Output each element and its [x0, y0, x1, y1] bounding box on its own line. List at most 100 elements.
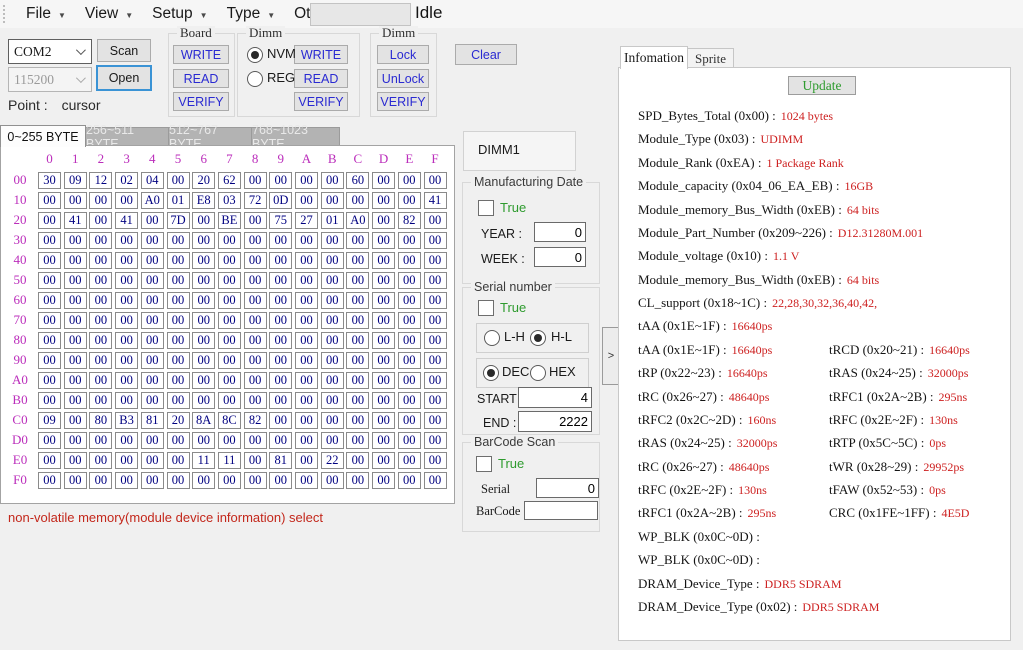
hex-cell-70-1[interactable]: 00 — [64, 312, 87, 329]
hex-cell-60-C[interactable]: 00 — [346, 292, 369, 309]
hex-cell-40-7[interactable]: 00 — [218, 252, 241, 269]
hex-cell-10-E[interactable]: 00 — [398, 192, 421, 209]
hex-cell-20-8[interactable]: 00 — [244, 212, 267, 229]
hex-cell-80-C[interactable]: 00 — [346, 332, 369, 349]
hex-cell-E0-A[interactable]: 00 — [295, 452, 318, 469]
hex-cell-D0-C[interactable]: 00 — [346, 432, 369, 449]
year-field[interactable] — [534, 222, 586, 242]
hex-cell-00-8[interactable]: 00 — [244, 172, 267, 189]
hex-cell-30-9[interactable]: 00 — [269, 232, 292, 249]
hex-cell-70-D[interactable]: 00 — [372, 312, 395, 329]
hex-cell-80-4[interactable]: 00 — [141, 332, 164, 349]
hex-cell-10-C[interactable]: 00 — [346, 192, 369, 209]
hex-cell-B0-2[interactable]: 00 — [89, 392, 112, 409]
hex-cell-D0-8[interactable]: 00 — [244, 432, 267, 449]
hex-cell-90-C[interactable]: 00 — [346, 352, 369, 369]
hex-cell-50-D[interactable]: 00 — [372, 272, 395, 289]
menu-item-view[interactable]: View▼ — [76, 2, 143, 26]
hex-cell-B0-9[interactable]: 00 — [269, 392, 292, 409]
hex-cell-60-1[interactable]: 00 — [64, 292, 87, 309]
hex-cell-F0-7[interactable]: 00 — [218, 472, 241, 489]
hex-cell-70-F[interactable]: 00 — [424, 312, 447, 329]
hex-cell-50-2[interactable]: 00 — [89, 272, 112, 289]
hex-cell-30-1[interactable]: 00 — [64, 232, 87, 249]
tab-infomation[interactable]: Infomation — [620, 46, 688, 69]
hex-cell-20-3[interactable]: 41 — [115, 212, 138, 229]
hex-cell-40-E[interactable]: 00 — [398, 252, 421, 269]
clear-button[interactable]: Clear — [455, 44, 517, 65]
hex-cell-50-E[interactable]: 00 — [398, 272, 421, 289]
hex-cell-00-6[interactable]: 20 — [192, 172, 215, 189]
hex-cell-70-3[interactable]: 00 — [115, 312, 138, 329]
hex-cell-00-1[interactable]: 09 — [64, 172, 87, 189]
hex-cell-60-A[interactable]: 00 — [295, 292, 318, 309]
hex-cell-E0-7[interactable]: 11 — [218, 452, 241, 469]
hex-cell-D0-3[interactable]: 00 — [115, 432, 138, 449]
hex-cell-D0-2[interactable]: 00 — [89, 432, 112, 449]
end-field[interactable] — [518, 411, 592, 432]
hex-cell-50-9[interactable]: 00 — [269, 272, 292, 289]
hex-cell-F0-1[interactable]: 00 — [64, 472, 87, 489]
dimm-nvm-radio[interactable] — [247, 47, 263, 63]
hex-cell-E0-D[interactable]: 00 — [372, 452, 395, 469]
hex-cell-C0-F[interactable]: 00 — [424, 412, 447, 429]
hex-cell-30-6[interactable]: 00 — [192, 232, 215, 249]
hex-cell-40-8[interactable]: 00 — [244, 252, 267, 269]
hex-cell-D0-1[interactable]: 00 — [64, 432, 87, 449]
hex-cell-70-A[interactable]: 00 — [295, 312, 318, 329]
hex-cell-A0-B[interactable]: 00 — [321, 372, 344, 389]
hex-cell-50-4[interactable]: 00 — [141, 272, 164, 289]
hex-cell-30-B[interactable]: 00 — [321, 232, 344, 249]
hex-cell-50-6[interactable]: 00 — [192, 272, 215, 289]
serial-true-checkbox[interactable] — [478, 300, 494, 316]
hex-cell-50-5[interactable]: 00 — [167, 272, 190, 289]
hex-cell-B0-6[interactable]: 00 — [192, 392, 215, 409]
hex-cell-C0-4[interactable]: 81 — [141, 412, 164, 429]
hex-cell-C0-E[interactable]: 00 — [398, 412, 421, 429]
hex-cell-30-5[interactable]: 00 — [167, 232, 190, 249]
hex-cell-C0-1[interactable]: 00 — [64, 412, 87, 429]
hex-cell-90-B[interactable]: 00 — [321, 352, 344, 369]
hex-cell-B0-F[interactable]: 00 — [424, 392, 447, 409]
hex-cell-D0-A[interactable]: 00 — [295, 432, 318, 449]
manufacturing-true-checkbox[interactable] — [478, 200, 494, 216]
hex-cell-20-B[interactable]: 01 — [321, 212, 344, 229]
hex-cell-E0-E[interactable]: 00 — [398, 452, 421, 469]
hex-cell-B0-0[interactable]: 00 — [38, 392, 61, 409]
hex-cell-80-5[interactable]: 00 — [167, 332, 190, 349]
hex-cell-80-3[interactable]: 00 — [115, 332, 138, 349]
hex-cell-50-C[interactable]: 00 — [346, 272, 369, 289]
hex-cell-80-7[interactable]: 00 — [218, 332, 241, 349]
hex-cell-F0-C[interactable]: 00 — [346, 472, 369, 489]
hex-cell-70-5[interactable]: 00 — [167, 312, 190, 329]
order-l-h-radio[interactable] — [484, 330, 500, 346]
hex-cell-60-E[interactable]: 00 — [398, 292, 421, 309]
hex-cell-B0-4[interactable]: 00 — [141, 392, 164, 409]
hex-cell-00-B[interactable]: 00 — [321, 172, 344, 189]
dimm-lock-lock-button[interactable]: Lock — [377, 45, 429, 64]
hex-cell-90-8[interactable]: 00 — [244, 352, 267, 369]
hex-cell-F0-B[interactable]: 00 — [321, 472, 344, 489]
hex-cell-90-5[interactable]: 00 — [167, 352, 190, 369]
hex-cell-30-7[interactable]: 00 — [218, 232, 241, 249]
hex-cell-C0-D[interactable]: 00 — [372, 412, 395, 429]
hex-cell-60-F[interactable]: 00 — [424, 292, 447, 309]
hex-cell-70-7[interactable]: 00 — [218, 312, 241, 329]
hex-cell-10-8[interactable]: 72 — [244, 192, 267, 209]
hex-cell-10-F[interactable]: 41 — [424, 192, 447, 209]
hex-cell-E0-4[interactable]: 00 — [141, 452, 164, 469]
hex-cell-30-E[interactable]: 00 — [398, 232, 421, 249]
hex-cell-70-E[interactable]: 00 — [398, 312, 421, 329]
hex-cell-C0-2[interactable]: 80 — [89, 412, 112, 429]
hex-cell-B0-B[interactable]: 00 — [321, 392, 344, 409]
hex-cell-10-2[interactable]: 00 — [89, 192, 112, 209]
hex-cell-30-D[interactable]: 00 — [372, 232, 395, 249]
hex-cell-F0-4[interactable]: 00 — [141, 472, 164, 489]
hex-cell-30-A[interactable]: 00 — [295, 232, 318, 249]
base-dec-radio[interactable] — [483, 365, 499, 381]
hex-cell-E0-6[interactable]: 11 — [192, 452, 215, 469]
hex-cell-80-A[interactable]: 00 — [295, 332, 318, 349]
hex-cell-20-7[interactable]: BE — [218, 212, 241, 229]
hex-cell-90-9[interactable]: 00 — [269, 352, 292, 369]
hex-cell-A0-C[interactable]: 00 — [346, 372, 369, 389]
